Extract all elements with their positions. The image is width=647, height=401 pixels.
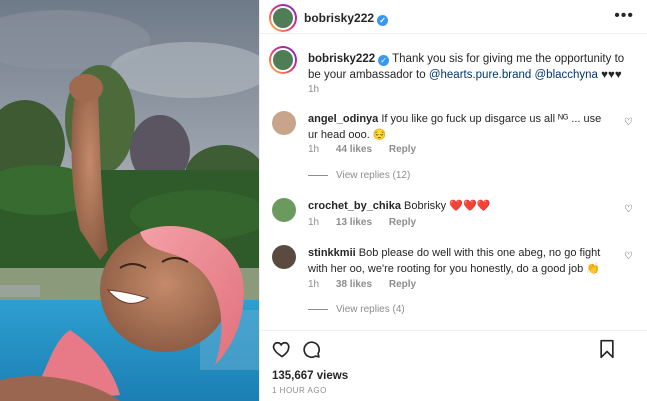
post-header: bobrisky222 ✓ ••• <box>260 0 647 34</box>
caption-username[interactable]: bobrisky222 <box>308 53 375 65</box>
heart-icon[interactable] <box>272 339 292 359</box>
comment-username[interactable]: stinkkmii <box>308 247 356 259</box>
view-replies-label[interactable]: View replies (12) <box>336 170 410 181</box>
post-timestamp[interactable]: 1 HOUR AGO <box>272 386 327 395</box>
more-icon[interactable]: ••• <box>614 8 634 24</box>
comment-time[interactable]: 1h <box>308 217 319 228</box>
post-actions: 135,667 views 1 HOUR AGO <box>260 330 647 401</box>
view-replies-label[interactable]: View replies (4) <box>336 304 405 315</box>
view-replies-button[interactable]: View replies (12) <box>308 170 410 181</box>
mention-hearts-pure-brand[interactable]: @hearts.pure.brand <box>429 69 531 81</box>
comment-time[interactable]: 1h <box>308 279 319 290</box>
reply-button[interactable]: Reply <box>389 279 416 290</box>
comment-meta: 1h 44 likes Reply <box>308 144 430 155</box>
caption-time[interactable]: 1h <box>308 84 319 95</box>
reply-button[interactable]: Reply <box>389 144 416 155</box>
bookmark-icon[interactable] <box>598 339 616 359</box>
post-photo <box>0 0 259 401</box>
comment-likes[interactable]: 38 likes <box>336 279 372 290</box>
comment-emoji: 👏 <box>586 263 600 275</box>
comment-username[interactable]: crochet_by_chika <box>308 200 401 212</box>
instagram-post: bobrisky222 ✓ ••• bobrisky222 ✓ Thank you … <box>0 0 647 401</box>
verified-icon: ✓ <box>378 55 390 66</box>
comment-likes[interactable]: 44 likes <box>336 144 372 155</box>
post-caption: bobrisky222 ✓ Thank you sis for giving me… <box>308 51 628 83</box>
verified-icon: ✓ <box>377 15 389 26</box>
comment-avatar[interactable] <box>272 245 296 269</box>
avatar-image <box>271 48 295 72</box>
divider <box>308 174 328 176</box>
header-avatar[interactable] <box>269 4 297 32</box>
comment-likes[interactable]: 13 likes <box>336 217 372 228</box>
comment-icon[interactable] <box>301 339 321 359</box>
comment-emoji: 😔 <box>372 129 387 141</box>
comment-meta: 1h 13 likes Reply <box>308 217 430 228</box>
comment-item: crochet_by_chika Bobrisky ❤️❤️❤️ <box>308 198 608 214</box>
heart-icon[interactable]: ♡ <box>624 251 633 262</box>
comment-avatar[interactable] <box>272 111 296 135</box>
comment-meta: 1h 38 likes Reply <box>308 279 430 290</box>
heart-icon[interactable]: ♡ <box>624 204 633 215</box>
comment-avatar[interactable] <box>272 198 296 222</box>
header-username[interactable]: bobrisky222 ✓ <box>304 11 389 26</box>
comment-item: angel_odinya If you like go fuck up disg… <box>308 111 608 143</box>
post-image[interactable] <box>0 0 259 401</box>
mention-blacchyna[interactable]: @blacchyna <box>535 69 598 81</box>
avatar-image <box>271 6 295 30</box>
comment-text: Bobrisky <box>404 200 447 212</box>
caption-avatar[interactable] <box>269 46 297 74</box>
divider <box>308 308 328 310</box>
header-username-text[interactable]: bobrisky222 <box>304 11 374 25</box>
comment-emoji: ❤️❤️❤️ <box>449 200 491 212</box>
comment-username[interactable]: angel_odinya <box>308 113 378 125</box>
caption-hearts: ♥♥♥ <box>601 69 622 81</box>
comment-item: stinkkmii Bob please do well with this o… <box>308 245 608 277</box>
view-count[interactable]: 135,667 views <box>272 370 348 382</box>
heart-icon[interactable]: ♡ <box>624 117 633 128</box>
comment-time[interactable]: 1h <box>308 144 319 155</box>
reply-button[interactable]: Reply <box>389 217 416 228</box>
post-panel: bobrisky222 ✓ ••• bobrisky222 ✓ Thank you … <box>259 0 647 401</box>
view-replies-button[interactable]: View replies (4) <box>308 304 405 315</box>
